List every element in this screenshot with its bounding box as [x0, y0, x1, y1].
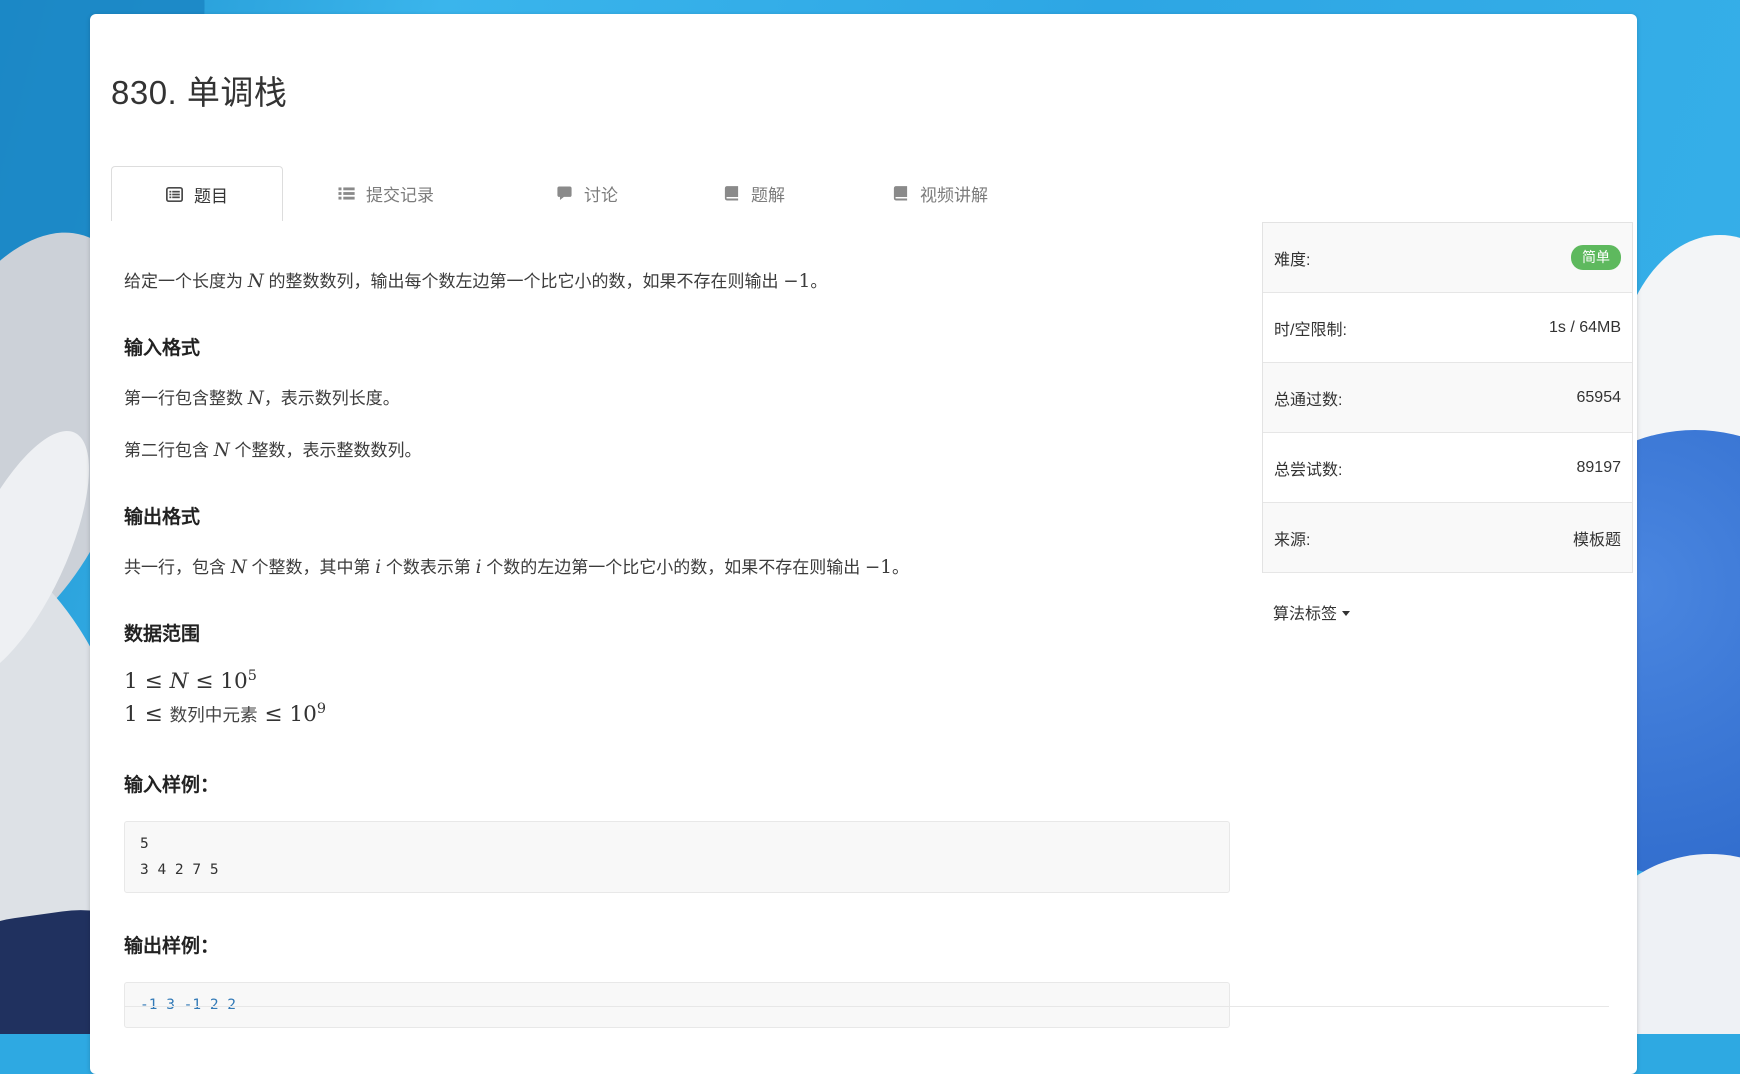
data-range-formula-2: 1 ≤ 数列中元素 ≤ 109: [124, 699, 1230, 732]
comment-icon: [556, 185, 573, 202]
stat-value: 1s / 64MB: [1549, 319, 1621, 337]
stat-label: 难度:: [1274, 246, 1310, 270]
tab-label: 视频讲解: [920, 181, 988, 206]
data-range-formula-1: 1 ≤ N ≤ 105: [124, 666, 1230, 699]
input-format-line-1: 第一行包含整数 N，表示数列长度。: [124, 385, 1230, 412]
algo-tags-label: 算法标签: [1273, 600, 1337, 624]
output-format-line-1: 共一行，包含 N 个整数，其中第 i 个数表示第 i 个数的左边第一个比它小的数…: [124, 554, 1230, 581]
tab-label: 讨论: [584, 181, 618, 206]
section-heading-data-range: 数据范围: [124, 623, 1230, 646]
stat-label: 总尝试数:: [1274, 456, 1342, 480]
list-alt-icon: [166, 186, 183, 203]
tab-label: 题解: [751, 181, 785, 206]
section-divider: [124, 1006, 1609, 1007]
tab-label: 提交记录: [366, 181, 434, 206]
stat-row-attempt-count: 总尝试数: 89197: [1263, 433, 1632, 503]
list-icon: [338, 185, 355, 202]
section-heading-sample-input: 输入样例：: [124, 774, 1230, 797]
algo-tags-dropdown[interactable]: 算法标签: [1262, 600, 1633, 624]
section-heading-output-format: 输出格式: [124, 506, 1230, 529]
stat-value: 65954: [1577, 389, 1622, 407]
stat-row-accepted-count: 总通过数: 65954: [1263, 363, 1632, 433]
problem-content: 给定一个长度为 N 的整数数列，输出每个数左边第一个比它小的数，如果不存在则输出…: [124, 221, 1230, 1028]
stat-label: 来源:: [1274, 526, 1310, 550]
tab-solutions[interactable]: 题解: [723, 166, 785, 221]
tab-label: 题目: [194, 182, 228, 207]
section-heading-sample-output: 输出样例：: [124, 935, 1230, 958]
stat-label: 时/空限制:: [1274, 316, 1347, 340]
sample-output-code: -1 3 -1 2 2: [124, 982, 1230, 1028]
input-format-line-2: 第二行包含 N 个整数，表示整数数列。: [124, 437, 1230, 464]
section-heading-input-format: 输入格式: [124, 337, 1230, 360]
tab-problem[interactable]: 题目: [111, 166, 283, 221]
stat-row-limits: 时/空限制: 1s / 64MB: [1263, 293, 1632, 363]
stat-row-difficulty: 难度: 简单: [1263, 223, 1632, 293]
book-icon: [892, 185, 909, 202]
stat-row-source: 来源: 模板题: [1263, 503, 1632, 573]
problem-sidebar: 难度: 简单 时/空限制: 1s / 64MB 总通过数: 65954 总尝试数…: [1262, 222, 1633, 624]
tab-submissions[interactable]: 提交记录: [338, 166, 434, 221]
problem-description: 给定一个长度为 N 的整数数列，输出每个数左边第一个比它小的数，如果不存在则输出…: [124, 268, 1230, 295]
page-title: 830. 单调栈: [111, 66, 287, 114]
tab-bar: 题目 提交记录 讨论: [111, 166, 988, 221]
sample-input-code: 5 3 4 2 7 5: [124, 821, 1230, 893]
stats-table: 难度: 简单 时/空限制: 1s / 64MB 总通过数: 65954 总尝试数…: [1262, 222, 1633, 573]
stat-label: 总通过数:: [1274, 386, 1342, 410]
book-icon: [723, 185, 740, 202]
problem-card: 830. 单调栈 题目 提交记录: [90, 14, 1637, 1074]
caret-down-icon: [1342, 611, 1350, 616]
stat-value: 89197: [1577, 459, 1622, 477]
stat-value: 模板题: [1573, 526, 1621, 550]
tab-video-tutorial[interactable]: 视频讲解: [892, 166, 988, 221]
tab-discussion[interactable]: 讨论: [556, 166, 618, 221]
difficulty-badge: 简单: [1571, 245, 1621, 270]
